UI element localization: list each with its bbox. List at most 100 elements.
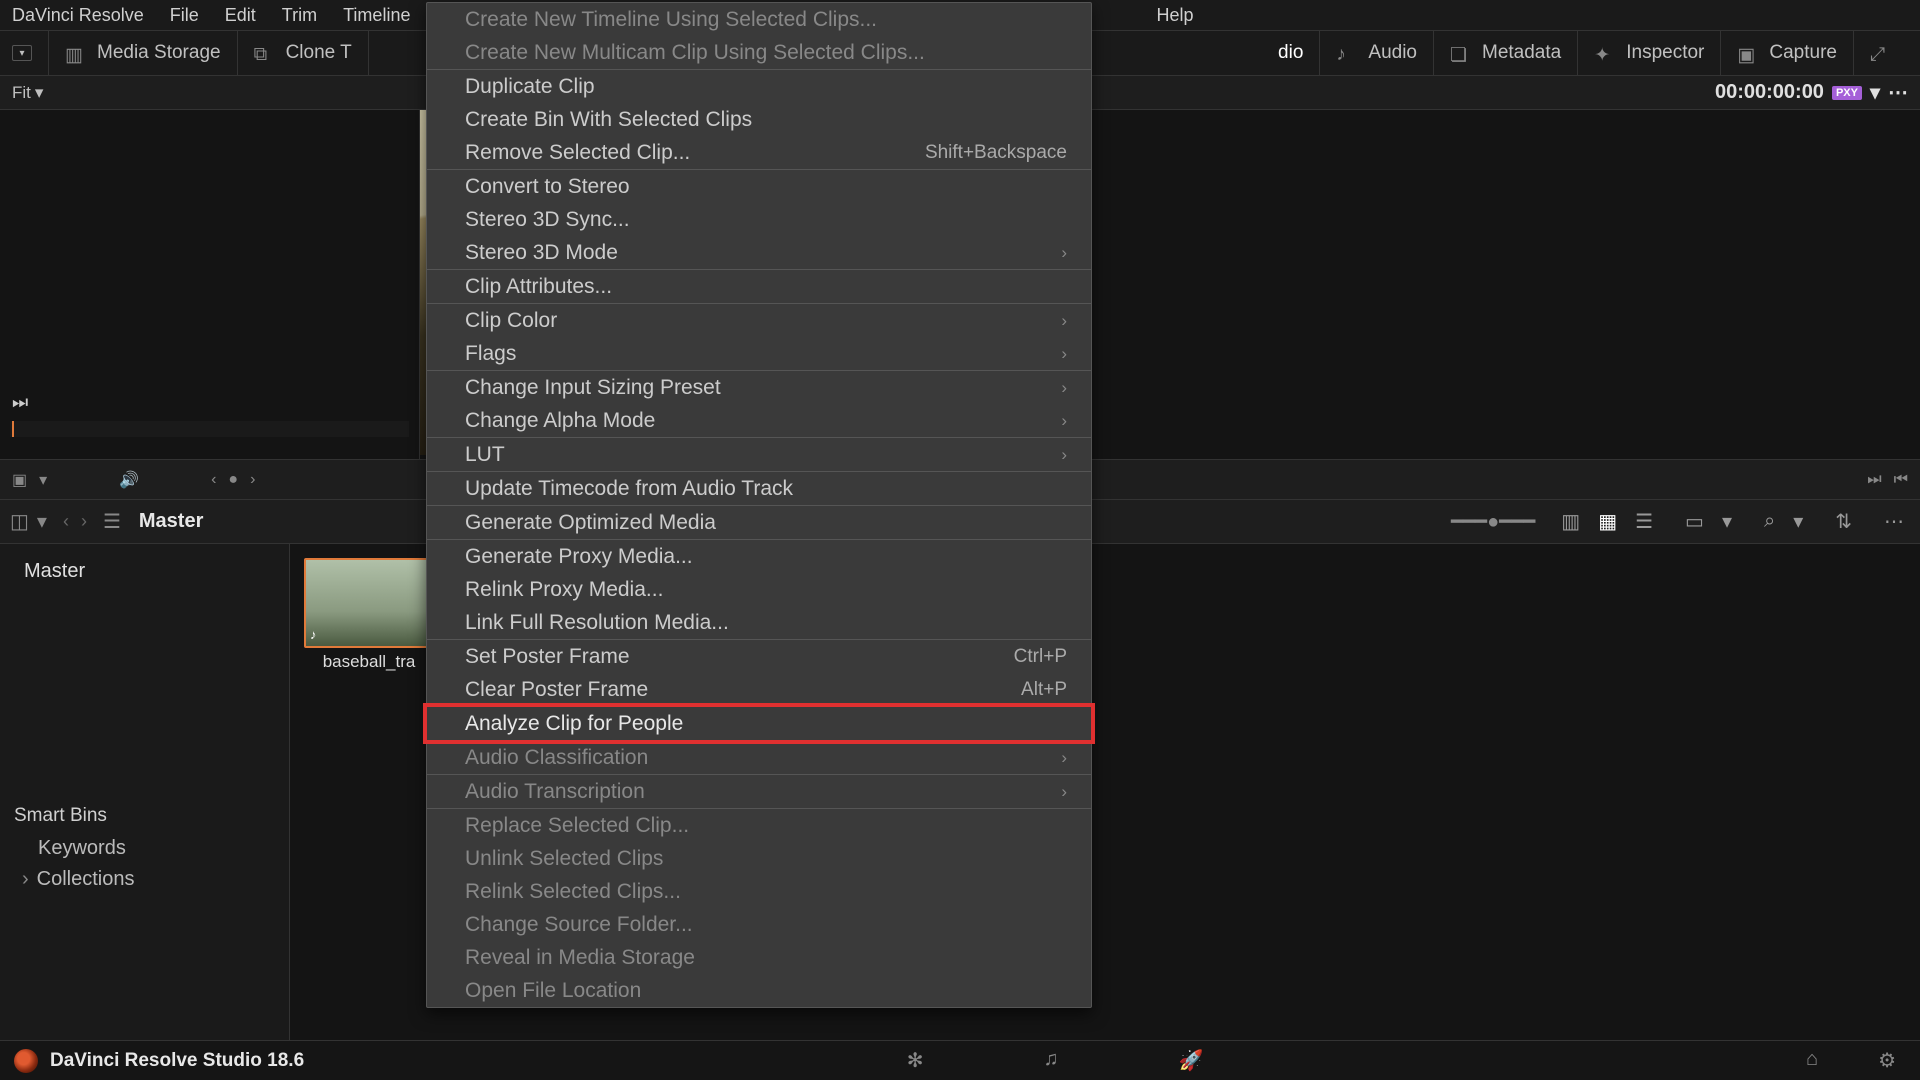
viewer-scrub-bar[interactable] (10, 421, 409, 437)
context-menu-item[interactable]: Clip Color› (427, 304, 1091, 337)
more-icon[interactable]: ⋯ (1878, 505, 1910, 538)
context-menu-item[interactable]: Generate Proxy Media... (427, 540, 1091, 573)
loop-icon[interactable]: ● (228, 471, 238, 489)
context-menu-item-label: Stereo 3D Mode (465, 239, 618, 266)
filter-icon[interactable]: ☰ (103, 509, 121, 534)
context-menu-item[interactable]: LUT› (427, 438, 1091, 471)
page-tab-deliver-icon[interactable]: 🚀 (1178, 1048, 1203, 1073)
toolbar-expand[interactable]: ⤢ (1854, 31, 1908, 75)
step-forward-icon[interactable]: ⏭ (1867, 471, 1881, 489)
menu-edit[interactable]: Edit (225, 5, 256, 26)
menu-help[interactable]: Help (1156, 5, 1193, 26)
context-menu-shortcut: Ctrl+P (1014, 643, 1067, 670)
context-menu-item[interactable]: Generate Optimized Media (427, 506, 1091, 539)
toolbar-audio[interactable]: ♪Audio (1320, 31, 1434, 75)
nav-back-button[interactable]: ‹ (57, 511, 75, 532)
toolbar-capture[interactable]: ▣Capture (1721, 31, 1854, 75)
menu-file[interactable]: File (170, 5, 199, 26)
panel-toggle-icon[interactable]: ◫ (10, 509, 29, 534)
bin-master[interactable]: Master (14, 554, 275, 589)
context-menu-item[interactable]: Clear Poster FrameAlt+P (427, 673, 1091, 706)
menu-app[interactable]: DaVinci Resolve (12, 5, 144, 26)
context-menu-item-label: Reveal in Media Storage (465, 944, 695, 971)
tag-icon: ❏ (1450, 44, 1472, 62)
context-menu-item[interactable]: Open File Location (427, 974, 1091, 1007)
chevron-right-icon: › (22, 868, 29, 891)
strip-view-icon[interactable]: ▥ (1555, 505, 1586, 538)
bin-breadcrumb[interactable]: Master (139, 510, 203, 533)
next-clip-icon[interactable]: › (250, 471, 255, 489)
nav-forward-button[interactable]: › (75, 511, 93, 532)
toolbar-inspector[interactable]: ✦Inspector (1578, 31, 1721, 75)
context-menu-item-label: Stereo 3D Sync... (465, 206, 630, 233)
volume-icon[interactable]: 🔊 (119, 470, 139, 490)
playhead[interactable] (12, 421, 14, 437)
aspect-icon[interactable]: ▭ (1679, 505, 1710, 538)
toolbar-clone-tool[interactable]: ⧉ Clone T (238, 31, 369, 75)
smartbin-keywords[interactable]: Keywords (14, 833, 275, 864)
context-menu-item[interactable]: Audio Classification› (427, 741, 1091, 774)
music-note-icon: ♪ (1336, 44, 1358, 62)
step-back-icon[interactable]: ⏮ (1894, 471, 1908, 489)
context-menu-item[interactable]: Remove Selected Clip...Shift+Backspace (427, 136, 1091, 169)
context-menu-item[interactable]: Link Full Resolution Media... (427, 606, 1091, 639)
chevron-down-icon[interactable]: ▾ (1870, 80, 1880, 105)
context-menu-item-label: Open File Location (465, 977, 641, 1004)
context-menu-item[interactable]: Create New Multicam Clip Using Selected … (427, 36, 1091, 69)
toolbar-dropdown[interactable]: ▾ (12, 31, 49, 75)
chevron-down-icon[interactable]: ▾ (39, 470, 47, 490)
list-view-icon[interactable]: ☰ (1629, 505, 1659, 538)
proxy-badge[interactable]: PXY (1832, 86, 1862, 100)
context-menu-item[interactable]: Change Alpha Mode› (427, 404, 1091, 437)
zoom-slider[interactable]: ━━━●━━━ (1451, 509, 1535, 534)
settings-icon[interactable]: ⚙ (1878, 1048, 1896, 1073)
context-menu-item[interactable]: Audio Transcription› (427, 775, 1091, 808)
context-menu-item[interactable]: Stereo 3D Sync... (427, 203, 1091, 236)
context-menu-item[interactable]: Stereo 3D Mode› (427, 236, 1091, 269)
chevron-down-icon[interactable]: ▾ (37, 509, 47, 534)
clip-thumbnail[interactable]: ♪ (304, 558, 434, 648)
context-menu-item[interactable]: Clip Attributes... (427, 270, 1091, 303)
toolbar-metadata[interactable]: ❏Metadata (1434, 31, 1578, 75)
toolbar-audio-tab[interactable]: dio (1262, 31, 1320, 75)
context-menu-item-label: LUT (465, 441, 505, 468)
page-tab-fairlight-icon[interactable]: ♫ (1043, 1048, 1058, 1073)
context-menu-item-label: Update Timecode from Audio Track (465, 475, 793, 502)
clip-context-menu[interactable]: Create New Timeline Using Selected Clips… (426, 2, 1092, 1008)
in-out-icon[interactable]: ▣ (12, 470, 27, 490)
menu-trim[interactable]: Trim (282, 5, 317, 26)
toolbar-media-storage[interactable]: ▥ Media Storage (49, 31, 238, 75)
play-next-icon[interactable]: ⏭ (12, 392, 28, 413)
viewer-fit-dropdown[interactable]: Fit▾ (12, 83, 43, 103)
context-menu-item[interactable]: Unlink Selected Clips (427, 842, 1091, 875)
chevron-down-icon[interactable]: ▾ (1787, 505, 1809, 538)
context-menu-item[interactable]: Set Poster FrameCtrl+P (427, 640, 1091, 673)
context-menu-item-label: Link Full Resolution Media... (465, 609, 729, 636)
prev-clip-icon[interactable]: ‹ (211, 471, 216, 489)
thumbnail-view-icon[interactable]: ▦ (1592, 505, 1623, 538)
context-menu-item[interactable]: Duplicate Clip (427, 70, 1091, 103)
context-menu-item[interactable]: Relink Proxy Media... (427, 573, 1091, 606)
more-icon[interactable]: ⋯ (1888, 80, 1908, 105)
clip-name: baseball_tra (304, 652, 434, 672)
context-menu-item[interactable]: Flags› (427, 337, 1091, 370)
page-tab-loading-icon[interactable]: ✻ (907, 1048, 924, 1073)
context-menu-item[interactable]: Create Bin With Selected Clips (427, 103, 1091, 136)
smartbin-collections[interactable]: ›Collections (14, 864, 275, 895)
home-icon[interactable]: ⌂ (1806, 1048, 1818, 1073)
context-menu-item[interactable]: Create New Timeline Using Selected Clips… (427, 3, 1091, 36)
chevron-down-icon[interactable]: ▾ (1716, 505, 1738, 538)
context-menu-item-label: Generate Proxy Media... (465, 543, 693, 570)
context-menu-item[interactable]: Relink Selected Clips... (427, 875, 1091, 908)
menu-timeline[interactable]: Timeline (343, 5, 410, 26)
clip-item[interactable]: ♪ baseball_tra (304, 558, 434, 672)
context-menu-item[interactable]: Analyze Clip for People (427, 707, 1091, 740)
context-menu-item[interactable]: Convert to Stereo (427, 170, 1091, 203)
search-icon[interactable]: ⌕ (1758, 506, 1781, 537)
context-menu-item[interactable]: Change Input Sizing Preset› (427, 371, 1091, 404)
context-menu-item[interactable]: Reveal in Media Storage (427, 941, 1091, 974)
context-menu-item[interactable]: Replace Selected Clip... (427, 809, 1091, 842)
context-menu-item[interactable]: Change Source Folder... (427, 908, 1091, 941)
context-menu-item[interactable]: Update Timecode from Audio Track (427, 472, 1091, 505)
sort-icon[interactable]: ⇅ (1829, 505, 1858, 538)
